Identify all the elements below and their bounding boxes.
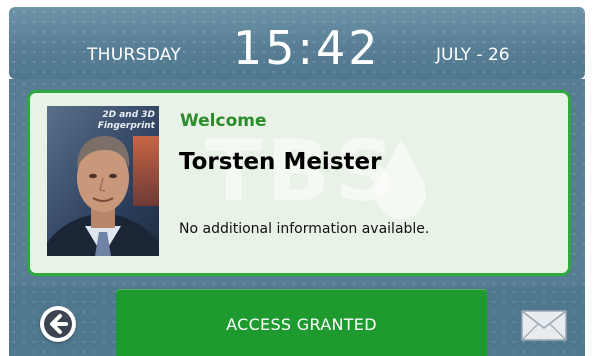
welcome-card: TBS 2D and 3D Fingerprint Welcome Torste… [27, 90, 571, 276]
status-header: THURSDAY 15:42 JULY - 26 [9, 7, 585, 79]
additional-info-text: No additional information available. [179, 221, 430, 237]
message-button[interactable] [521, 310, 567, 341]
user-name: Torsten Meister [179, 149, 382, 175]
date-label: JULY - 26 [436, 45, 510, 65]
access-granted-button[interactable]: ACCESS GRANTED [116, 289, 487, 356]
arrow-left-icon [44, 310, 72, 338]
back-button[interactable] [40, 306, 76, 342]
access-status-label: ACCESS GRANTED [226, 315, 377, 334]
welcome-label: Welcome [180, 111, 267, 131]
access-terminal-screen: THURSDAY 15:42 JULY - 26 TBS 2D and 3D F… [0, 0, 593, 356]
photo-caption: 2D and 3D Fingerprint [75, 110, 155, 132]
clock-time: 15:42 [233, 21, 381, 75]
weekday-label: THURSDAY [87, 45, 182, 65]
user-photo: 2D and 3D Fingerprint [47, 106, 159, 256]
envelope-icon [521, 310, 567, 341]
photo-caption-text: 2D and 3D Fingerprint [97, 110, 155, 131]
